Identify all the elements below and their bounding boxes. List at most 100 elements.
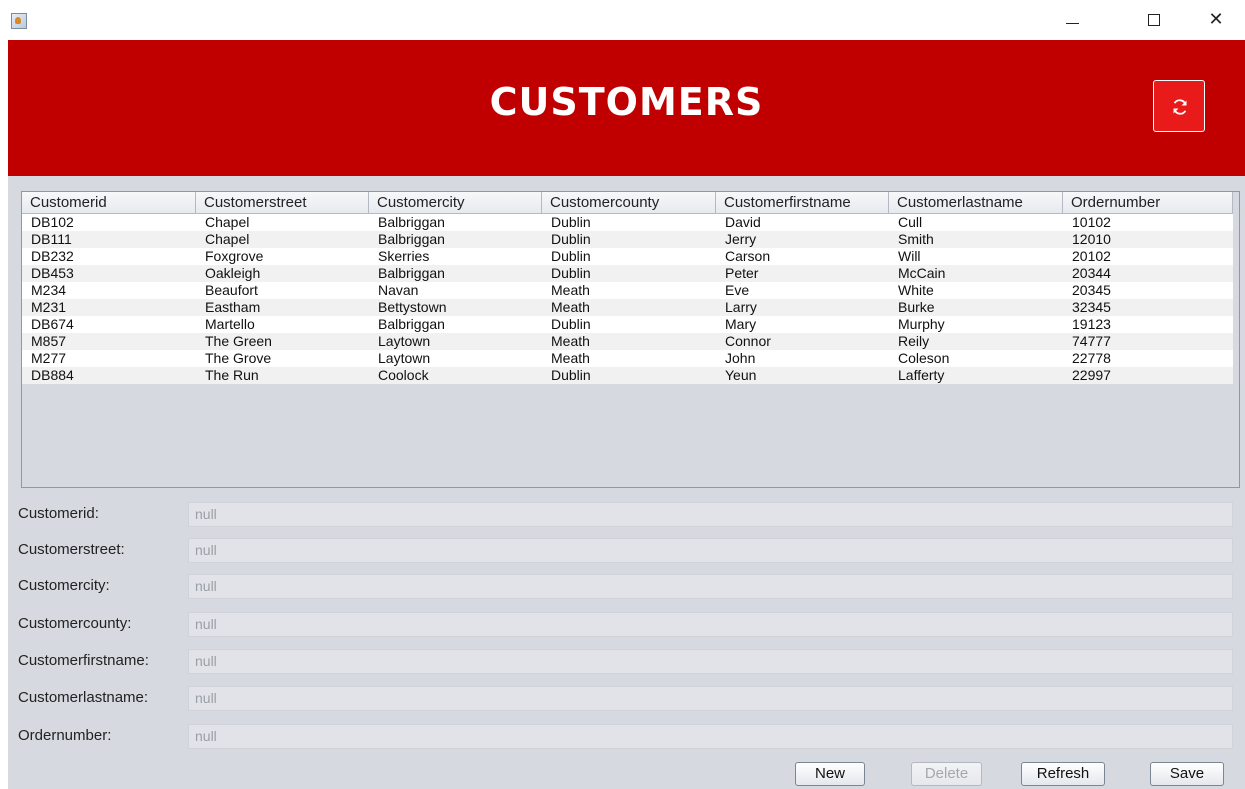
- column-header-customerfirstname[interactable]: Customerfirstname: [716, 192, 889, 213]
- table-cell: Eve: [725, 282, 750, 298]
- table-cell: Beaufort: [205, 282, 258, 298]
- table-cell: Burke: [898, 299, 935, 315]
- column-header-customercounty[interactable]: Customercounty: [542, 192, 716, 213]
- table-cell: 12010: [1072, 231, 1111, 247]
- table-scrollbar-track: [1233, 192, 1239, 487]
- customercounty-label: Customercounty:: [18, 615, 132, 632]
- table-cell: Peter: [725, 265, 759, 281]
- table-cell: DB111: [31, 231, 72, 247]
- maximize-button[interactable]: [1140, 8, 1168, 32]
- table-cell: Meath: [551, 282, 590, 298]
- table-cell: Balbriggan: [378, 316, 445, 332]
- java-app-icon: [11, 13, 27, 29]
- delete-button[interactable]: Delete: [911, 762, 982, 786]
- table-cell: Chapel: [205, 231, 250, 247]
- table-cell: Laytown: [378, 350, 431, 366]
- table-cell: Dublin: [551, 367, 591, 383]
- table-row[interactable]: M857 The Green Laytown Meath Connor Reil…: [22, 333, 1233, 350]
- table-cell: Yeun: [725, 367, 757, 383]
- table-row[interactable]: DB453 Oakleigh Balbriggan Dublin Peter M…: [22, 265, 1233, 282]
- table-cell: DB884: [31, 367, 74, 383]
- table-cell: Reily: [898, 333, 930, 349]
- table-cell: Martello: [205, 316, 255, 332]
- table-cell: Dublin: [551, 316, 591, 332]
- table-cell: Dublin: [551, 248, 591, 264]
- table-cell: Coolock: [378, 367, 429, 383]
- table-cell: Connor: [725, 333, 771, 349]
- customers-table[interactable]: Customerid Customerstreet Customercity C…: [21, 191, 1240, 488]
- table-cell: Skerries: [378, 248, 430, 264]
- column-header-customercity[interactable]: Customercity: [369, 192, 542, 213]
- minimize-button[interactable]: [1058, 8, 1086, 32]
- table-cell: Dublin: [551, 231, 591, 247]
- table-cell: Coleson: [898, 350, 950, 366]
- ordernumber-field[interactable]: null: [188, 724, 1233, 749]
- header-banner: CUSTOMERS: [8, 40, 1245, 176]
- ordernumber-label: Ordernumber:: [18, 727, 112, 744]
- table-cell: 22997: [1072, 367, 1111, 383]
- table-cell: White: [898, 282, 934, 298]
- table-cell: 22778: [1072, 350, 1111, 366]
- table-cell: DB232: [31, 248, 74, 264]
- refresh-button[interactable]: Refresh: [1021, 762, 1105, 786]
- close-icon: ✕: [1208, 9, 1224, 30]
- column-header-customerid[interactable]: Customerid: [22, 192, 196, 213]
- customerfirstname-field[interactable]: null: [188, 649, 1233, 674]
- customercity-field[interactable]: null: [188, 574, 1233, 599]
- table-row[interactable]: M234 Beaufort Navan Meath Eve White 2034…: [22, 282, 1233, 299]
- table-cell: Laytown: [378, 333, 431, 349]
- table-cell: Balbriggan: [378, 265, 445, 281]
- table-cell: M231: [31, 299, 67, 315]
- table-row[interactable]: M231 Eastham Bettystown Meath Larry Burk…: [22, 299, 1233, 316]
- close-button[interactable]: ✕: [1202, 8, 1230, 32]
- table-cell: Smith: [898, 231, 934, 247]
- table-cell: McCain: [898, 265, 946, 281]
- minimize-icon: [1066, 23, 1079, 24]
- customerlastname-field[interactable]: null: [188, 686, 1233, 711]
- table-row[interactable]: DB232 Foxgrove Skerries Dublin Carson Wi…: [22, 248, 1233, 265]
- table-cell: John: [725, 350, 756, 366]
- table-row[interactable]: DB674 Martello Balbriggan Dublin Mary Mu…: [22, 316, 1233, 333]
- table-cell: M277: [31, 350, 67, 366]
- maximize-icon: [1148, 14, 1160, 26]
- customerfirstname-label: Customerfirstname:: [18, 652, 149, 669]
- column-header-ordernumber[interactable]: Ordernumber: [1063, 192, 1233, 213]
- table-cell: Navan: [378, 282, 419, 298]
- customerstreet-label: Customerstreet:: [18, 541, 125, 558]
- save-button[interactable]: Save: [1150, 762, 1224, 786]
- customercity-label: Customercity:: [18, 577, 110, 594]
- table-cell: 20102: [1072, 248, 1111, 264]
- table-cell: Bettystown: [378, 299, 447, 315]
- table-cell: M234: [31, 282, 67, 298]
- table-cell: 32345: [1072, 299, 1111, 315]
- table-cell: Dublin: [551, 214, 591, 230]
- customerstreet-field[interactable]: null: [188, 538, 1233, 563]
- column-header-customerstreet[interactable]: Customerstreet: [196, 192, 369, 213]
- table-cell: 10102: [1072, 214, 1111, 230]
- table-cell: 20345: [1072, 282, 1111, 298]
- table-cell: Eastham: [205, 299, 261, 315]
- table-cell: Larry: [725, 299, 757, 315]
- header-refresh-button[interactable]: [1153, 80, 1205, 132]
- table-row[interactable]: DB884 The Run Coolock Dublin Yeun Laffer…: [22, 367, 1233, 384]
- customerlastname-label: Customerlastname:: [18, 689, 149, 706]
- new-button[interactable]: New: [795, 762, 865, 786]
- window-title-bar: ✕: [0, 0, 1245, 40]
- table-cell: Balbriggan: [378, 214, 445, 230]
- column-header-customerlastname[interactable]: Customerlastname: [889, 192, 1063, 213]
- table-row[interactable]: DB102 Chapel Balbriggan Dublin David Cul…: [22, 214, 1233, 231]
- table-cell: Cull: [898, 214, 923, 230]
- table-cell: Mary: [725, 316, 757, 332]
- table-cell: Foxgrove: [205, 248, 264, 264]
- customerid-label: Customerid:: [18, 505, 99, 522]
- table-cell: Will: [898, 248, 921, 264]
- table-cell: 74777: [1072, 333, 1111, 349]
- table-cell: Oakleigh: [205, 265, 261, 281]
- table-row[interactable]: DB111 Chapel Balbriggan Dublin Jerry Smi…: [22, 231, 1233, 248]
- customerid-field[interactable]: null: [188, 502, 1233, 527]
- table-row[interactable]: M277 The Grove Laytown Meath John Coleso…: [22, 350, 1233, 367]
- table-cell: Meath: [551, 299, 590, 315]
- table-cell: Carson: [725, 248, 771, 264]
- table-cell: Chapel: [205, 214, 250, 230]
- customercounty-field[interactable]: null: [188, 612, 1233, 637]
